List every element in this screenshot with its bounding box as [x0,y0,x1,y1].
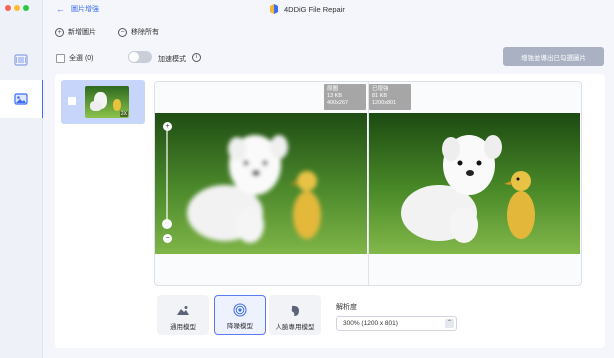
app-logo-icon [270,4,278,14]
arrow-left-icon: ← [56,3,65,14]
original-image [155,113,367,254]
zoom-badge: 2X [119,111,128,117]
minimize-window-button[interactable] [14,5,20,11]
select-all-checkbox[interactable]: 全選 (0) [56,53,94,63]
app-title: 4DDiG File Repair [268,3,345,15]
puppy-duckling-photo-enhanced [369,113,580,254]
zoom-in-button[interactable]: + [163,122,172,131]
enhanced-size: 81 KB [372,93,387,100]
zoom-out-button[interactable]: − [163,234,172,243]
accelerate-label: 加速模式 [158,56,186,63]
puppy-duckling-photo [155,113,367,254]
film-icon [14,54,28,66]
original-dims: 400x267 [327,100,349,107]
sidebar [0,0,44,358]
denoise-icon [233,303,247,317]
resolution-select[interactable]: 300% (1200 x 801) ⌃ [336,316,457,331]
original-size: 13 KB [327,93,342,100]
sidebar-item-video-repair[interactable] [0,41,42,79]
landscape-icon [177,306,189,315]
remove-all-button[interactable]: − 移除所有 [118,27,159,37]
thumbnail-card[interactable]: 2X [61,80,145,124]
thumbnail-checkbox[interactable] [68,97,76,105]
add-image-label: 新增圖片 [68,29,96,36]
model-label-face: 人臉專用模型 [275,324,315,331]
model-card-denoise[interactable]: 降噪模型 [214,295,266,335]
original-info-overlay: 原圖 13 KB 400x267 [324,84,366,110]
image-icon [14,93,28,105]
thumbnail-image: 2X [85,86,129,118]
enhanced-image [369,113,580,254]
window-title: 4DDiG File Repair [284,4,345,14]
enhanced-title: 已增強 [372,86,389,92]
toggle-knob [129,52,139,62]
info-icon[interactable]: i [192,53,201,62]
zoom-window-button[interactable] [23,5,29,11]
face-icon [291,305,299,316]
model-card-general[interactable]: 通用模型 [157,295,209,335]
add-image-button[interactable]: + 新增圖片 [55,27,96,37]
zoom-slider-handle[interactable] [162,219,172,229]
export-button[interactable]: 增強並導出已勾選圖片 [503,47,604,66]
accelerate-toggle[interactable] [128,51,152,63]
enhanced-info-overlay: 已增強 81 KB 1200x801 [369,84,411,110]
back-label: 圖片增強 [71,6,99,13]
plus-circle-icon: + [55,27,64,37]
chevron-up-down-icon: ⌃ [445,319,454,328]
zoom-slider-track[interactable] [166,131,168,219]
back-button[interactable]: ← 圖片增強 [56,4,99,14]
sidebar-item-photo-enhance[interactable] [0,80,44,118]
original-title: 原圖 [327,86,339,92]
select-all-label: 全選 (0) [69,55,94,62]
resolution-label: 解析度 [336,304,357,311]
model-label-general: 通用模型 [170,324,196,331]
remove-all-label: 移除所有 [131,29,159,36]
close-window-button[interactable] [5,5,11,11]
enhanced-dims: 1200x801 [372,100,397,107]
model-label-denoise: 降噪模型 [227,323,253,330]
minus-circle-icon: − [118,27,127,37]
model-card-face[interactable]: 人臉專用模型 [269,295,321,335]
checkbox-box [56,53,65,63]
resolution-value: 300% (1200 x 801) [343,320,398,327]
